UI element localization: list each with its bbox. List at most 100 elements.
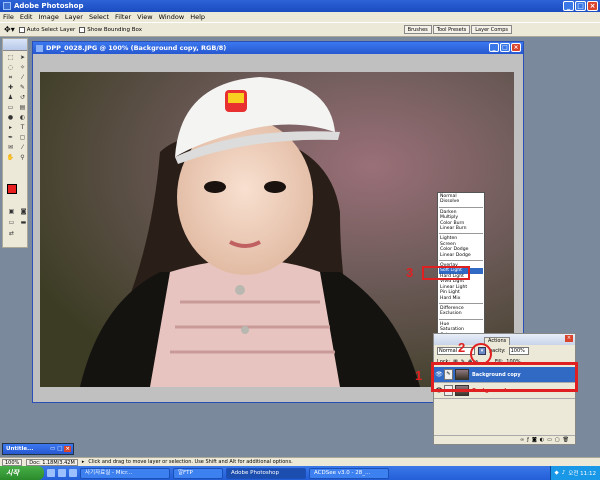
volume-icon[interactable]: ♪ bbox=[562, 470, 566, 476]
start-button[interactable]: 시작 bbox=[0, 466, 44, 480]
fullscreen-icon[interactable]: ▬ bbox=[18, 218, 29, 227]
quicklaunch-icon[interactable] bbox=[47, 469, 55, 477]
quicklaunch-icon[interactable] bbox=[58, 469, 66, 477]
blend-separator bbox=[439, 317, 483, 320]
quickmask-icon[interactable]: ◙ bbox=[18, 207, 29, 216]
annotation-box-1 bbox=[431, 362, 578, 392]
menu-window[interactable]: Window bbox=[159, 13, 185, 21]
task-acdsee[interactable]: ACDSee v3.0 - 28_... bbox=[309, 467, 389, 479]
marquee-icon[interactable]: ⬚ bbox=[5, 53, 16, 62]
eyedropper-icon[interactable]: ⁄ bbox=[17, 143, 28, 152]
type-icon[interactable]: T bbox=[17, 123, 28, 132]
link-icon[interactable]: ∞ bbox=[520, 437, 524, 443]
slice-icon[interactable]: ⁄ bbox=[17, 73, 28, 82]
new-layer-icon[interactable]: ▢ bbox=[555, 437, 560, 443]
quicklaunch-icon[interactable] bbox=[69, 469, 77, 477]
layer-style-icon[interactable]: ƒ bbox=[527, 437, 529, 443]
adjustment-icon[interactable]: ◐ bbox=[540, 437, 544, 443]
doc-size: Doc: 1.18M/3.42M bbox=[26, 458, 78, 466]
menu-select[interactable]: Select bbox=[89, 13, 109, 21]
menu-filter[interactable]: Filter bbox=[115, 13, 131, 21]
taskbar: 시작 사기자료실 - Micr... 알FTP Adobe Photoshop … bbox=[0, 466, 600, 480]
task-photoshop[interactable]: Adobe Photoshop bbox=[226, 467, 306, 479]
clock: 오전 11:12 bbox=[568, 471, 596, 477]
tab-layer-comps[interactable]: Layer Comps bbox=[471, 25, 512, 34]
blend-separator bbox=[439, 301, 483, 304]
bounding-box-checkbox[interactable] bbox=[79, 26, 86, 33]
healing-icon[interactable]: ✚ bbox=[5, 83, 16, 92]
document-icon bbox=[36, 44, 43, 52]
blend-separator bbox=[439, 258, 483, 262]
toolbox-header bbox=[3, 39, 27, 51]
task-ftp[interactable]: 알FTP bbox=[173, 467, 223, 479]
trash-icon[interactable]: 🗑︎ bbox=[563, 437, 569, 443]
close-icon[interactable]: × bbox=[565, 335, 573, 342]
annotation-box-3 bbox=[422, 266, 470, 280]
tab-brushes[interactable]: Brushes bbox=[403, 25, 432, 34]
menu-file[interactable]: File bbox=[3, 13, 14, 21]
menu-view[interactable]: View bbox=[137, 13, 152, 21]
opacity-input[interactable]: 100% bbox=[508, 347, 529, 355]
maximize-icon[interactable]: □ bbox=[57, 446, 62, 452]
gradient-icon[interactable]: ▤ bbox=[17, 103, 28, 112]
move-icon[interactable]: ✥▾ bbox=[4, 25, 15, 34]
doc-maximize-button[interactable]: □ bbox=[500, 43, 510, 52]
annotation-3: 3 bbox=[406, 265, 414, 280]
restore-icon[interactable]: ▭ bbox=[50, 446, 55, 452]
auto-select-label: Auto Select Layer bbox=[26, 26, 76, 33]
foreground-color-swatch[interactable] bbox=[7, 184, 17, 194]
path-select-icon[interactable]: ▸ bbox=[5, 123, 16, 132]
dodge-icon[interactable]: ◐ bbox=[17, 113, 28, 122]
layers-bottom-bar: ∞ ƒ ◙ ◐ ▭ ▢ 🗑︎ bbox=[434, 435, 575, 444]
lasso-icon[interactable]: ◌ bbox=[5, 63, 16, 72]
doc-close-button[interactable]: × bbox=[511, 43, 521, 52]
menu-image[interactable]: Image bbox=[38, 13, 58, 21]
close-button[interactable]: × bbox=[587, 1, 598, 11]
minimized-document[interactable]: Untitle... ▭ □ × bbox=[2, 443, 74, 455]
brush-icon[interactable]: ✎ bbox=[17, 83, 28, 92]
tab-tool-presets[interactable]: Tool Presets bbox=[432, 25, 471, 34]
task-browser[interactable]: 사기자료실 - Micr... bbox=[80, 467, 170, 479]
system-tray: ◆ ♪ 오전 11:12 bbox=[549, 466, 600, 480]
close-icon[interactable]: × bbox=[64, 446, 71, 452]
maximize-button[interactable]: □ bbox=[575, 1, 586, 11]
pen-icon[interactable]: ✒ bbox=[5, 133, 16, 142]
mask-icon[interactable]: ◙ bbox=[532, 437, 537, 443]
app-title-bar: Adobe Photoshop _ □ × bbox=[0, 0, 600, 12]
status-hint: Click and drag to move layer or selectio… bbox=[88, 459, 293, 465]
auto-select-option[interactable]: Auto Select Layer bbox=[18, 26, 76, 33]
document-title-bar[interactable]: DPP_0028.JPG @ 100% (Background copy, RG… bbox=[33, 42, 523, 54]
layers-palette-tabs: Actions bbox=[434, 334, 575, 345]
play-icon[interactable]: ▸ bbox=[82, 459, 85, 465]
menu-edit[interactable]: Edit bbox=[20, 13, 33, 21]
bounding-box-label: Show Bounding Box bbox=[87, 26, 142, 33]
imageready-icon[interactable]: ⇄ bbox=[6, 229, 17, 238]
eraser-icon[interactable]: ▭ bbox=[5, 103, 16, 112]
screen-mode-icon[interactable]: ▭ bbox=[6, 218, 17, 227]
doc-minimize-button[interactable]: _ bbox=[489, 43, 499, 52]
stamp-icon[interactable]: ♟ bbox=[5, 93, 16, 102]
history-brush-icon[interactable]: ↺ bbox=[17, 93, 28, 102]
zoom-level[interactable]: 100% bbox=[2, 458, 23, 466]
bounding-box-option[interactable]: Show Bounding Box bbox=[79, 26, 142, 33]
magic-wand-icon[interactable]: ✧ bbox=[17, 63, 28, 72]
menu-help[interactable]: Help bbox=[190, 13, 205, 21]
menu-layer[interactable]: Layer bbox=[65, 13, 83, 21]
app-title: Adobe Photoshop bbox=[14, 2, 84, 10]
zoom-icon[interactable]: ⚲ bbox=[17, 153, 28, 162]
crop-icon[interactable]: ⌗ bbox=[5, 73, 16, 82]
shape-icon[interactable]: ▢ bbox=[17, 133, 28, 142]
move-tool-icon[interactable]: ➤ bbox=[17, 53, 28, 62]
palette-well: Brushes Tool Presets Layer Comps bbox=[403, 25, 512, 34]
hand-icon[interactable]: ✋ bbox=[5, 153, 16, 162]
notes-icon[interactable]: ✉ bbox=[5, 143, 16, 152]
auto-select-checkbox[interactable] bbox=[18, 26, 25, 33]
start-label: 시작 bbox=[6, 469, 19, 477]
tray-icon[interactable]: ◆ bbox=[555, 470, 559, 476]
standard-mode-icon[interactable]: ▣ bbox=[6, 207, 17, 216]
blur-icon[interactable]: ● bbox=[5, 113, 16, 122]
menu-bar: File Edit Image Layer Select Filter View… bbox=[0, 12, 600, 22]
tab-actions[interactable]: Actions bbox=[484, 337, 511, 345]
minimize-button[interactable]: _ bbox=[563, 1, 574, 11]
folder-icon[interactable]: ▭ bbox=[547, 437, 552, 443]
